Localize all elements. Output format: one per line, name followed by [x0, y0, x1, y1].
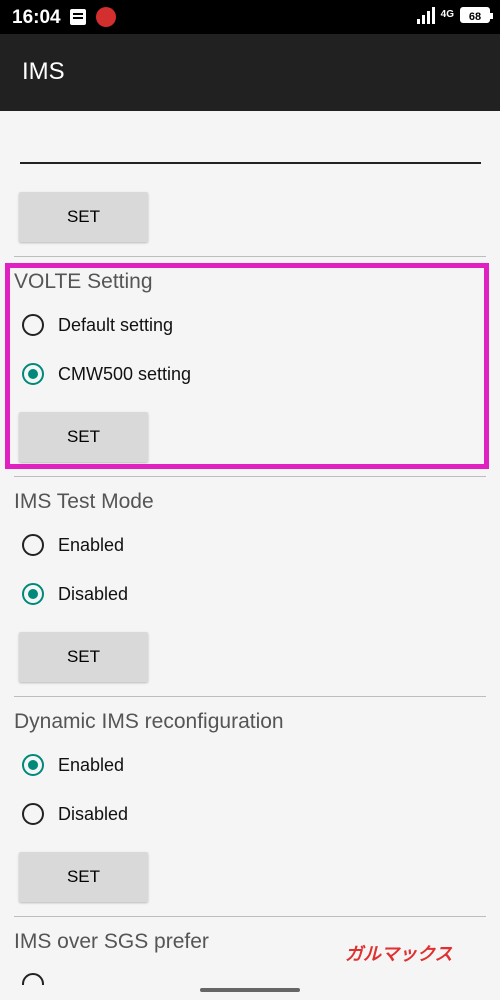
radio-sgs-option[interactable]	[22, 973, 44, 985]
ims-test-mode-title: IMS Test Mode	[14, 490, 154, 513]
battery-level: 68	[468, 11, 482, 23]
battery-icon: 68	[460, 7, 493, 23]
ims-over-sgs-title: IMS over SGS prefer	[14, 930, 209, 953]
app-notification-icon	[96, 7, 116, 27]
test-mode-set-button[interactable]: SET	[19, 632, 148, 682]
radio-unchecked-icon[interactable]	[22, 534, 44, 556]
radio-checked-icon[interactable]	[22, 754, 44, 776]
watermark-logo: ガルマックス	[345, 944, 453, 964]
radio-label: Enabled	[58, 534, 125, 555]
gesture-nav-handle[interactable]	[200, 988, 300, 992]
network-type-badge: 4G	[440, 9, 454, 20]
text-input-underline[interactable]	[20, 162, 481, 164]
dynamic-ims-set-button[interactable]: SET	[19, 852, 148, 902]
radio-test-mode-disabled[interactable]: Disabled	[22, 583, 128, 605]
radio-dynamic-disabled[interactable]: Disabled	[22, 803, 128, 825]
status-indicators: 4G 68	[416, 6, 493, 24]
set-button[interactable]: SET	[19, 192, 148, 242]
status-time: 16:04	[12, 7, 61, 28]
highlight-box	[5, 263, 489, 469]
message-notification-icon	[70, 9, 86, 25]
radio-label: Enabled	[58, 754, 125, 775]
radio-dynamic-enabled[interactable]: Enabled	[22, 754, 124, 776]
radio-label: Disabled	[58, 583, 129, 604]
dynamic-ims-title: Dynamic IMS reconfiguration	[14, 710, 284, 733]
signal-icon	[416, 6, 435, 24]
radio-checked-icon[interactable]	[22, 583, 44, 605]
app-bar: IMS	[0, 34, 500, 111]
settings-list[interactable]: SET VOLTE Setting Default setting CMW500…	[0, 111, 500, 985]
section-divider	[14, 476, 486, 477]
page-title: IMS	[22, 58, 65, 85]
radio-unchecked-icon[interactable]	[22, 973, 44, 985]
radio-unchecked-icon[interactable]	[22, 803, 44, 825]
radio-test-mode-enabled[interactable]: Enabled	[22, 534, 124, 556]
radio-label: Disabled	[58, 803, 129, 824]
section-divider	[14, 256, 486, 257]
status-bar: 16:04 4G 68	[0, 0, 500, 34]
section-divider	[14, 696, 486, 697]
section-divider	[14, 916, 486, 917]
